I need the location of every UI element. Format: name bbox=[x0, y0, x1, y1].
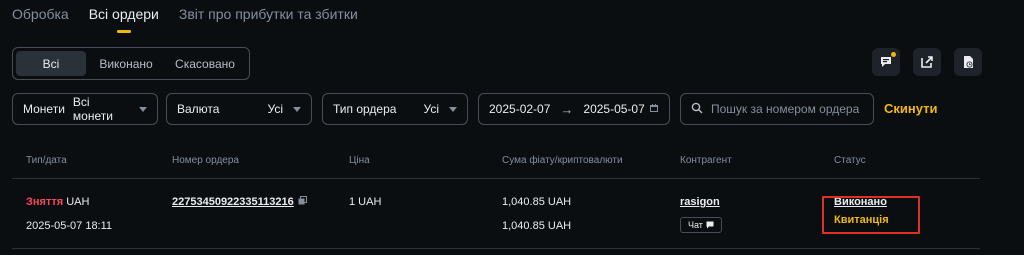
chat-button[interactable]: Чат bbox=[680, 217, 722, 233]
arrow-right-icon: → bbox=[560, 101, 574, 117]
calendar-icon bbox=[649, 102, 659, 116]
history-button[interactable] bbox=[954, 48, 982, 76]
coins-filter-value: Всі монети bbox=[72, 95, 113, 123]
orders-page: Обробка Всі ордери Звіт про прибутки та … bbox=[0, 0, 1024, 255]
order-type-filter[interactable]: Тип ордера Усі bbox=[322, 93, 468, 125]
order-search-input[interactable]: Пошук за номером ордера bbox=[680, 93, 874, 125]
coins-filter-label: Монети bbox=[23, 102, 65, 116]
tab-pnl-report[interactable]: Звіт про прибутки та збитки bbox=[179, 6, 358, 22]
top-tabs: Обробка Всі ордери Звіт про прибутки та … bbox=[12, 6, 358, 33]
tab-all-orders-label: Всі ордери bbox=[88, 6, 159, 22]
order-currency: UAH bbox=[66, 196, 90, 208]
chat-bubble-icon bbox=[706, 221, 714, 229]
order-number-cell: 22753450922335113216 bbox=[172, 196, 307, 208]
col-status: Статус bbox=[834, 155, 866, 166]
copy-icon[interactable] bbox=[298, 196, 307, 208]
active-tab-indicator bbox=[116, 30, 131, 33]
coins-filter[interactable]: Монети Всі монети bbox=[12, 93, 158, 125]
tab-all-orders[interactable]: Всі ордери bbox=[88, 6, 159, 33]
status-highlight-box bbox=[822, 196, 920, 234]
crypto-amount: 1,040.85 UAH bbox=[502, 220, 572, 232]
order-number-link[interactable]: 22753450922335113216 bbox=[172, 196, 294, 208]
tab-processing[interactable]: Обробка bbox=[12, 6, 69, 22]
orders-table-header: Тип/дата Номер ордера Ціна Сума фіату/кр… bbox=[0, 155, 1024, 169]
chevron-down-icon bbox=[293, 106, 301, 112]
segment-completed[interactable]: Виконано bbox=[86, 51, 166, 76]
export-button[interactable] bbox=[913, 48, 941, 76]
currency-filter[interactable]: Валюта Усі bbox=[166, 93, 312, 125]
col-counterparty: Контрагент bbox=[680, 155, 732, 166]
export-icon bbox=[921, 56, 933, 68]
status-segmented-control: Всі Виконано Скасовано bbox=[12, 47, 250, 80]
currency-filter-label: Валюта bbox=[177, 102, 220, 116]
chevron-down-icon bbox=[139, 106, 147, 112]
chat-list-button[interactable] bbox=[872, 48, 900, 76]
chat-button-label: Чат bbox=[688, 220, 703, 230]
row-divider bbox=[12, 248, 980, 249]
col-amount: Сума фіату/криптовалюти bbox=[502, 155, 623, 166]
order-type-cell: Зняття UAH bbox=[26, 196, 89, 208]
fiat-amount: 1,040.85 UAH bbox=[502, 196, 572, 208]
date-from: 2025-02-07 bbox=[489, 102, 551, 116]
chevron-down-icon bbox=[449, 106, 457, 112]
search-placeholder: Пошук за номером ордера bbox=[711, 102, 860, 116]
segment-cancelled[interactable]: Скасовано bbox=[166, 51, 244, 76]
date-range-picker[interactable]: 2025-02-07 → 2025-05-07 bbox=[478, 93, 670, 125]
counterparty-link[interactable]: rasigon bbox=[680, 196, 720, 208]
document-clock-icon bbox=[964, 56, 973, 68]
chat-icon bbox=[881, 57, 891, 67]
date-to: 2025-05-07 bbox=[583, 102, 645, 116]
col-type-date: Тип/дата bbox=[26, 155, 67, 166]
order-price: 1 UAH bbox=[349, 196, 382, 208]
order-datetime: 2025-05-07 18:11 bbox=[26, 220, 113, 232]
notification-dot bbox=[891, 52, 896, 57]
reset-filters-button[interactable]: Скинути bbox=[884, 101, 938, 116]
order-type-filter-label: Тип ордера bbox=[333, 102, 397, 116]
search-icon bbox=[691, 102, 703, 117]
order-type-filter-value: Усі bbox=[423, 102, 440, 116]
order-side: Зняття bbox=[26, 196, 64, 208]
header-divider bbox=[12, 178, 980, 179]
col-price: Ціна bbox=[349, 155, 370, 166]
segment-all[interactable]: Всі bbox=[16, 51, 86, 76]
col-order-number: Номер ордера bbox=[172, 155, 239, 166]
currency-filter-value: Усі bbox=[267, 102, 284, 116]
